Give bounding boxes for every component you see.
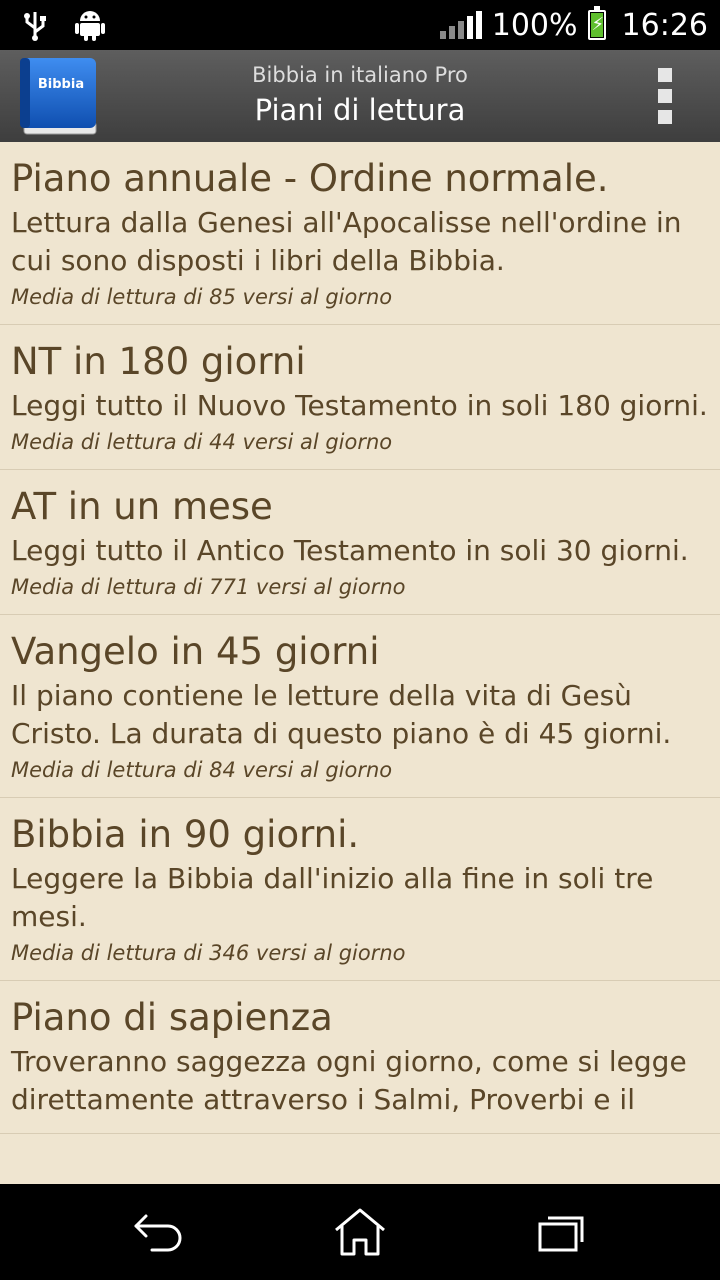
screen-title: Piani di lettura xyxy=(254,93,466,127)
navigation-bar xyxy=(0,1184,720,1280)
back-icon[interactable] xyxy=(130,1206,190,1258)
plan-item[interactable]: NT in 180 giorni Leggi tutto il Nuovo Te… xyxy=(0,325,720,470)
plan-item[interactable]: Vangelo in 45 giorni Il piano contiene l… xyxy=(0,615,720,798)
plan-description: Leggi tutto il Nuovo Testamento in soli … xyxy=(11,389,708,422)
plan-title: NT in 180 giorni xyxy=(11,340,306,383)
plan-title: Bibbia in 90 giorni. xyxy=(11,813,360,856)
plan-stats: Media di lettura di 44 versi al giorno xyxy=(11,430,393,454)
plan-description: Leggere la Bibbia dall'inizio alla fine … xyxy=(11,862,654,933)
battery-icon: ⚡ xyxy=(587,6,606,40)
title-block: Bibbia in italiano Pro Piani di lettura xyxy=(120,60,600,130)
plan-title: Vangelo in 45 giorni xyxy=(11,630,380,673)
reading-plan-list: Piano annuale - Ordine normale. Lettura … xyxy=(0,142,720,1184)
plan-title: AT in un mese xyxy=(11,485,273,528)
signal-icon xyxy=(439,11,482,39)
recent-apps-icon[interactable] xyxy=(532,1206,592,1258)
plan-description: Leggi tutto il Antico Testamento in soli… xyxy=(11,534,689,567)
usb-icon xyxy=(24,12,46,41)
status-bar: 100% ⚡ 16:26 xyxy=(0,0,720,50)
action-bar: Bibbia Bibbia in italiano Pro Piani di l… xyxy=(0,50,720,142)
plan-title: Piano di sapienza xyxy=(11,996,333,1039)
battery-percent: 100% xyxy=(491,7,578,43)
plan-stats: Media di lettura di 85 versi al giorno xyxy=(11,285,393,309)
android-debug-icon xyxy=(75,11,105,41)
plan-description: Lettura dalla Genesi all'Apocalisse nell… xyxy=(11,206,682,277)
plan-item[interactable]: AT in un mese Leggi tutto il Antico Test… xyxy=(0,470,720,615)
app-name: Bibbia in italiano Pro xyxy=(252,63,468,87)
plan-item[interactable]: Piano di sapienza Troveranno saggezza og… xyxy=(0,981,720,1134)
bible-book-icon[interactable]: Bibbia xyxy=(16,54,100,138)
app-icon-label: Bibbia xyxy=(38,77,84,92)
plan-item[interactable]: Bibbia in 90 giorni. Leggere la Bibbia d… xyxy=(0,798,720,981)
plan-title: Piano annuale - Ordine normale. xyxy=(11,157,609,200)
clock: 16:26 xyxy=(621,7,708,43)
overflow-menu-icon[interactable] xyxy=(650,68,680,124)
plan-stats: Media di lettura di 346 versi al giorno xyxy=(11,941,406,965)
plan-stats: Media di lettura di 84 versi al giorno xyxy=(11,758,393,782)
plan-stats: Media di lettura di 771 versi al giorno xyxy=(11,575,406,599)
plan-description: Il piano contiene le letture della vita … xyxy=(11,679,672,750)
plan-description: Troveranno saggezza ogni giorno, come si… xyxy=(11,1045,687,1116)
plan-item[interactable]: Piano annuale - Ordine normale. Lettura … xyxy=(0,142,720,325)
home-icon[interactable] xyxy=(330,1206,390,1258)
